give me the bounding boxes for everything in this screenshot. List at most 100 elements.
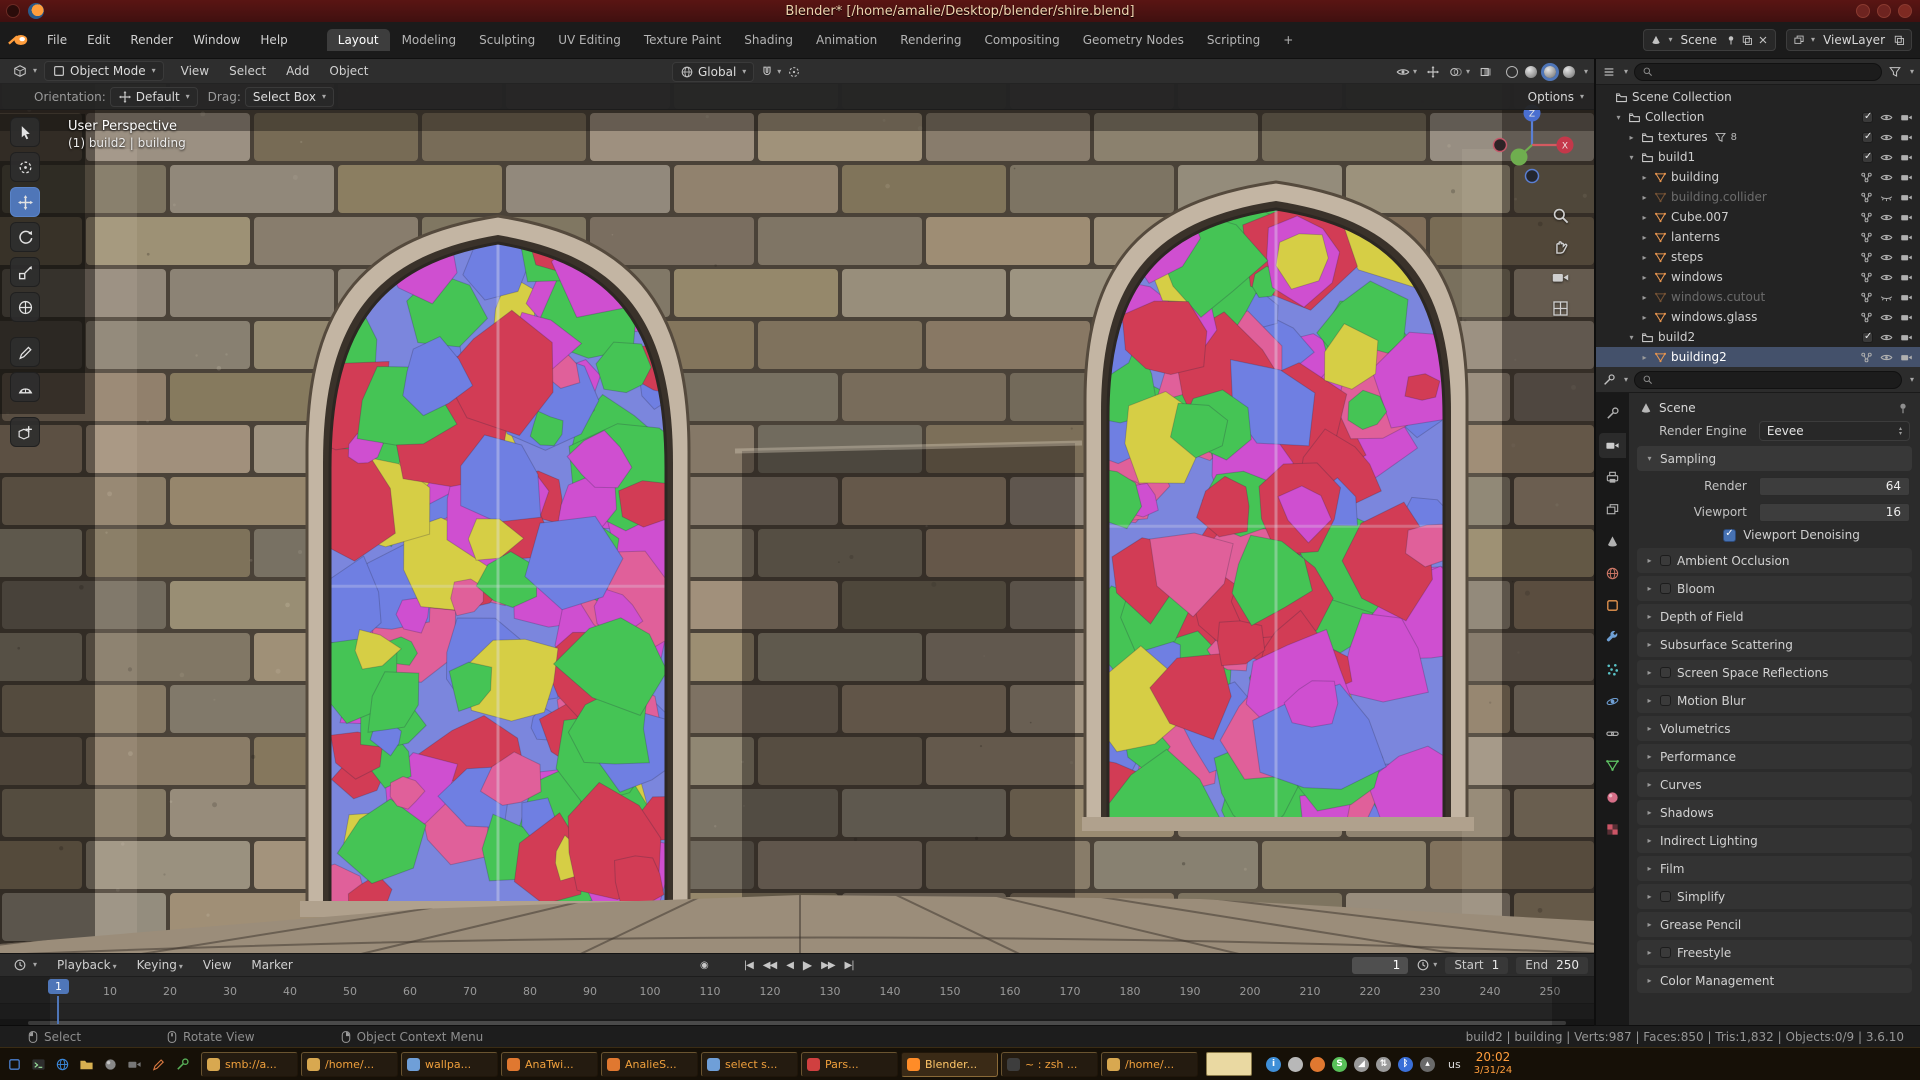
blender-logo-icon[interactable] <box>8 32 30 48</box>
task-select-s[interactable]: select s... <box>701 1052 798 1077</box>
next-keyframe[interactable]: ▶▶ <box>821 960 834 971</box>
tool-move[interactable] <box>10 187 40 217</box>
properties-tab-particles[interactable] <box>1599 657 1626 682</box>
tool-add-cube[interactable] <box>10 417 40 447</box>
menu-render[interactable]: Render <box>121 30 182 50</box>
outliner-editor-icon[interactable] <box>1602 65 1616 79</box>
panel-checkbox[interactable] <box>1660 555 1671 566</box>
panel-color-management[interactable]: ▸Color Management <box>1637 968 1912 993</box>
task-wallpa[interactable]: wallpa... <box>401 1052 498 1077</box>
workspace-tab-animation[interactable]: Animation <box>805 29 888 51</box>
disable-in-renders-icon[interactable] <box>1900 151 1913 164</box>
shading-solid-button[interactable] <box>1525 66 1537 78</box>
outliner-row-cube-007[interactable]: ▸Cube.007 <box>1596 207 1920 227</box>
collection-exclude-checkbox[interactable] <box>1862 132 1873 143</box>
auto-keying-button[interactable]: ◉ <box>700 960 708 971</box>
outliner-row-windows-cutout[interactable]: ▸windows.cutout <box>1596 287 1920 307</box>
properties-tab-render[interactable] <box>1599 433 1626 458</box>
play-button[interactable]: ▶ <box>803 958 811 972</box>
workspace-tab-shading[interactable]: Shading <box>733 29 804 51</box>
hide-in-viewport-icon[interactable] <box>1880 351 1893 364</box>
task-analies[interactable]: AnalieS... <box>601 1052 698 1077</box>
workspace-tab-scripting[interactable]: Scripting <box>1196 29 1271 51</box>
frame-end-field[interactable]: End 250 <box>1516 957 1588 974</box>
disable-in-renders-icon[interactable] <box>1900 271 1913 284</box>
sticky-note-button[interactable] <box>1206 1052 1252 1076</box>
properties-tab-view-layer[interactable] <box>1599 497 1626 522</box>
viewport-denoising-checkbox[interactable] <box>1723 529 1736 542</box>
outliner-row-lanterns[interactable]: ▸lanterns <box>1596 227 1920 247</box>
panel-freestyle[interactable]: ▸Freestyle <box>1637 940 1912 965</box>
panel-checkbox[interactable] <box>1660 583 1671 594</box>
workspace-tab-item[interactable]: + <box>1272 29 1304 51</box>
launcher-screenshot[interactable] <box>124 1054 144 1074</box>
viewport-menu-view[interactable]: View <box>172 61 218 81</box>
outliner-row-windows[interactable]: ▸windows <box>1596 267 1920 287</box>
previous-keyframe[interactable]: ◀◀ <box>763 960 776 971</box>
hidden-in-viewport-icon[interactable] <box>1880 191 1893 204</box>
hide-in-viewport-icon[interactable] <box>1880 231 1893 244</box>
sampling-panel-header[interactable]: ▾ Sampling <box>1637 446 1912 471</box>
disable-in-renders-icon[interactable] <box>1900 131 1913 144</box>
shading-rendered-button[interactable] <box>1563 66 1575 78</box>
properties-tab-object-data[interactable] <box>1599 753 1626 778</box>
tray-shield-icon[interactable] <box>1310 1057 1325 1072</box>
frame-start-field[interactable]: Start 1 <box>1445 957 1508 974</box>
transform-orientation-dropdown[interactable]: Global ▾ <box>672 62 754 82</box>
launcher-media[interactable] <box>100 1054 120 1074</box>
hide-in-viewport-icon[interactable] <box>1880 311 1893 324</box>
properties-tab-world[interactable] <box>1599 561 1626 586</box>
task-blender[interactable]: Blender... <box>901 1052 998 1077</box>
tool-select-box[interactable] <box>10 117 40 147</box>
panel-volumetrics[interactable]: ▸Volumetrics <box>1637 716 1912 741</box>
close-button[interactable] <box>1898 4 1912 18</box>
outliner-row-building2[interactable]: ▸building2 <box>1596 347 1920 367</box>
panel-checkbox[interactable] <box>1660 695 1671 706</box>
panel-simplify[interactable]: ▸Simplify <box>1637 884 1912 909</box>
disclosure-closed-icon[interactable]: ▸ <box>1639 253 1650 262</box>
workspace-tab-uv-editing[interactable]: UV Editing <box>547 29 632 51</box>
timeline-editor[interactable]: ▾ Playback▾Keying▾ViewMarker ◉|◀◀◀◀▶▶▶▶|… <box>0 953 1594 1025</box>
disable-in-renders-icon[interactable] <box>1900 291 1913 304</box>
workspace-tab-layout[interactable]: Layout <box>327 29 390 51</box>
task-home[interactable]: /home/... <box>1101 1052 1198 1077</box>
shading-wireframe-button[interactable] <box>1506 66 1518 78</box>
disable-in-renders-icon[interactable] <box>1900 351 1913 364</box>
viewport-samples-field[interactable]: 16 <box>1759 503 1910 522</box>
editor-type-button[interactable]: ▾ <box>6 62 44 80</box>
toggle-xray[interactable] <box>1479 65 1493 79</box>
jump-to-start[interactable]: |◀ <box>744 960 753 971</box>
hide-in-viewport-icon[interactable] <box>1880 151 1893 164</box>
keyboard-layout-indicator[interactable]: us <box>1448 1058 1461 1071</box>
workspace-tab-rendering[interactable]: Rendering <box>889 29 972 51</box>
panel-indirect-lighting[interactable]: ▸Indirect Lighting <box>1637 828 1912 853</box>
launcher-browser[interactable] <box>52 1054 72 1074</box>
gizmo-neg-z-axis[interactable] <box>1526 170 1539 183</box>
outliner-search-input[interactable] <box>1658 66 1874 78</box>
hide-in-viewport-icon[interactable] <box>1880 171 1893 184</box>
properties-tab-scene[interactable] <box>1599 529 1626 554</box>
show-overlays-dropdown[interactable]: ▾ <box>1449 65 1470 79</box>
task-zsh[interactable]: ~ : zsh ... <box>1001 1052 1098 1077</box>
hidden-in-viewport-icon[interactable] <box>1880 291 1893 304</box>
panel-screen-space-reflections[interactable]: ▸Screen Space Reflections <box>1637 660 1912 685</box>
panel-checkbox[interactable] <box>1660 947 1671 958</box>
mode-dropdown[interactable]: Object Mode ▾ <box>44 61 164 81</box>
new-layer-icon[interactable] <box>1893 34 1905 46</box>
tray-arrow-up-icon[interactable]: ▴ <box>1420 1057 1435 1072</box>
zoom-icon[interactable] <box>1551 206 1570 225</box>
disclosure-closed-icon[interactable]: ▸ <box>1639 313 1650 322</box>
workspace-tab-geometry-nodes[interactable]: Geometry Nodes <box>1072 29 1195 51</box>
properties-tab-object[interactable] <box>1599 593 1626 618</box>
properties-search[interactable] <box>1634 371 1902 389</box>
disable-in-renders-icon[interactable] <box>1900 331 1913 344</box>
disable-in-renders-icon[interactable] <box>1900 251 1913 264</box>
scene-selector[interactable]: ▾ Scene <box>1643 29 1776 51</box>
properties-tab-material[interactable] <box>1599 785 1626 810</box>
properties-tab-constraints[interactable] <box>1599 721 1626 746</box>
pin-icon[interactable] <box>1896 401 1910 415</box>
drag-setting-dropdown[interactable]: Select Box ▾ <box>245 87 334 107</box>
outliner-row-steps[interactable]: ▸steps <box>1596 247 1920 267</box>
launcher-settings[interactable] <box>172 1054 192 1074</box>
clock[interactable]: 20:02 3/31/24 <box>1474 1051 1513 1076</box>
